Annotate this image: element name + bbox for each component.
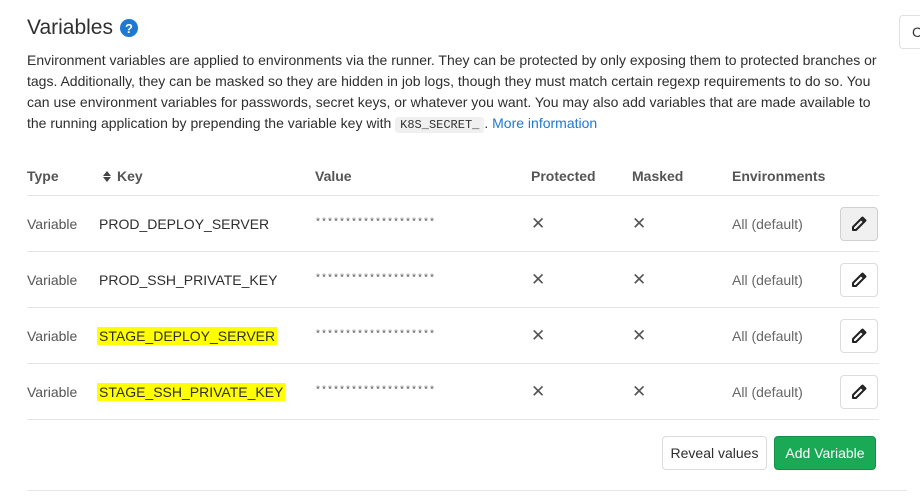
variable-key: PROD_DEPLOY_SERVER xyxy=(99,215,270,232)
variables-settings-page: Variables ? C Environment variables are … xyxy=(0,0,920,500)
variable-key: STAGE_SSH_PRIVATE_KEY xyxy=(97,382,286,401)
header-environments: Environments xyxy=(732,167,826,184)
variables-table: Type Key Value Protected Masked Environm… xyxy=(27,156,879,420)
masked-close-x-icon: ✕ xyxy=(632,381,647,401)
edit-variable-button[interactable] xyxy=(840,318,878,353)
variable-environment: All (default) xyxy=(732,271,803,288)
section-divider xyxy=(27,490,907,491)
table-row: Variable STAGE_SSH_PRIVATE_KEY *********… xyxy=(27,364,879,420)
masked-close-x-icon: ✕ xyxy=(632,325,647,345)
edit-variable-button[interactable] xyxy=(840,374,878,409)
add-variable-button[interactable]: Add Variable xyxy=(774,436,876,470)
protected-close-x-icon: ✕ xyxy=(531,325,546,345)
edit-variable-button[interactable] xyxy=(840,206,878,241)
pencil-icon xyxy=(852,216,867,231)
variable-value: ******************** xyxy=(315,386,436,397)
header-masked: Masked xyxy=(632,167,684,184)
variable-environment: All (default) xyxy=(732,215,803,232)
header-key[interactable]: Key xyxy=(97,168,143,184)
variable-value: ******************** xyxy=(315,274,436,285)
table-row: Variable STAGE_DEPLOY_SERVER ***********… xyxy=(27,308,879,364)
variable-type: Variable xyxy=(27,383,78,400)
variable-type: Variable xyxy=(27,327,78,344)
pencil-icon xyxy=(852,272,867,287)
more-information-link[interactable]: More information xyxy=(492,115,597,131)
table-row: Variable PROD_SSH_PRIVATE_KEY **********… xyxy=(27,252,879,308)
variable-environment: All (default) xyxy=(732,383,803,400)
variable-value: ******************** xyxy=(315,218,436,229)
variable-type: Variable xyxy=(27,271,78,288)
question-circle-icon[interactable]: ? xyxy=(120,19,138,37)
masked-close-x-icon: ✕ xyxy=(632,269,647,289)
edit-variable-button[interactable] xyxy=(840,262,878,297)
table-row: Variable PROD_DEPLOY_SERVER ************… xyxy=(27,196,879,252)
variable-type: Variable xyxy=(27,215,78,232)
section-description: Environment variables are applied to env… xyxy=(27,50,877,136)
variable-environment: All (default) xyxy=(732,327,803,344)
sort-icon[interactable] xyxy=(103,171,111,183)
section-header: Variables ? xyxy=(27,16,138,40)
collapse-button[interactable]: C xyxy=(899,15,920,49)
reveal-values-button[interactable]: Reveal values xyxy=(662,436,767,470)
masked-close-x-icon: ✕ xyxy=(632,213,647,233)
description-period: . xyxy=(484,115,489,131)
header-key-label: Key xyxy=(117,167,143,184)
header-value: Value xyxy=(315,167,352,184)
header-protected: Protected xyxy=(531,167,596,184)
protected-close-x-icon: ✕ xyxy=(531,381,546,401)
page-title: Variables xyxy=(27,16,113,39)
k8s-secret-code: K8S_SECRET_ xyxy=(395,117,485,133)
variable-value: ******************** xyxy=(315,330,436,341)
table-header: Type Key Value Protected Masked Environm… xyxy=(27,156,879,196)
protected-close-x-icon: ✕ xyxy=(531,213,546,233)
pencil-icon xyxy=(852,328,867,343)
variable-key: STAGE_DEPLOY_SERVER xyxy=(97,326,278,345)
protected-close-x-icon: ✕ xyxy=(531,269,546,289)
header-type: Type xyxy=(27,167,59,184)
pencil-icon xyxy=(852,384,867,399)
variable-key: PROD_SSH_PRIVATE_KEY xyxy=(99,271,278,288)
